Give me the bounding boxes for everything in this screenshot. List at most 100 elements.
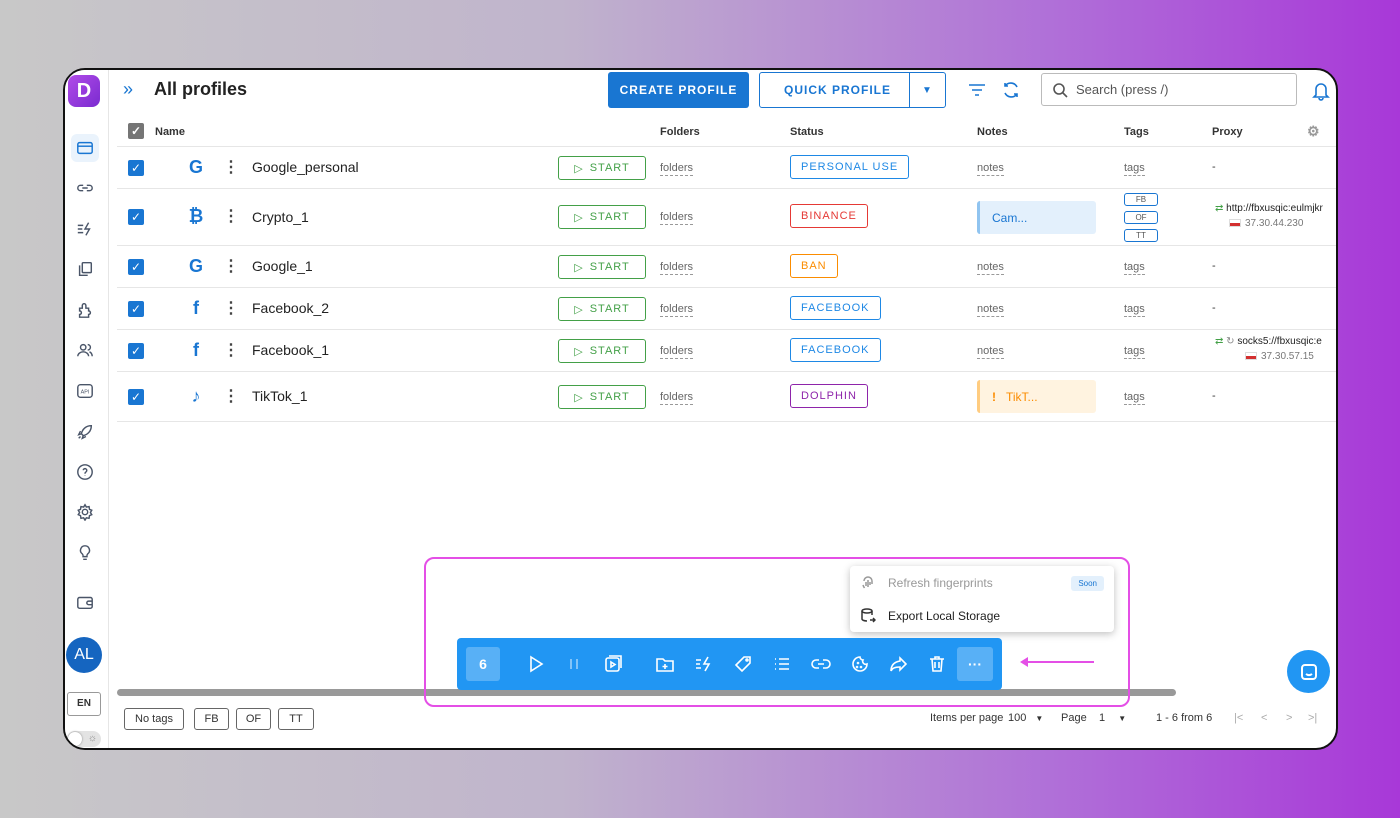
row-checkbox[interactable]: ✓: [128, 209, 144, 225]
link-icon[interactable]: [71, 174, 99, 202]
filter-chip-no-tags[interactable]: No tags: [124, 708, 184, 730]
quick-profile-button[interactable]: QUICK PROFILE ▼: [759, 72, 946, 108]
users-icon[interactable]: [71, 336, 99, 364]
start-button[interactable]: ▷ START: [558, 205, 646, 229]
profile-name[interactable]: TikTok_1: [252, 388, 308, 404]
last-page-icon[interactable]: >|: [1308, 712, 1317, 724]
status-badge[interactable]: BAN: [790, 254, 838, 278]
tags-link[interactable]: tags: [1124, 261, 1145, 275]
tags-link[interactable]: tags: [1124, 391, 1145, 405]
row-menu-icon[interactable]: ⋮: [223, 206, 239, 226]
table-row[interactable]: ✓ f ⋮ Facebook_2 ▷ START folders FACEBOOK…: [117, 288, 1336, 330]
row-checkbox[interactable]: ✓: [128, 259, 144, 275]
start-button[interactable]: ▷ START: [558, 255, 646, 279]
row-menu-icon[interactable]: ⋮: [223, 386, 239, 406]
settings-icon[interactable]: [71, 498, 99, 526]
status-badge[interactable]: PERSONAL USE: [790, 155, 910, 179]
tags-link[interactable]: tags: [1124, 345, 1145, 359]
table-row[interactable]: ✓ ♪ ⋮ TikTok_1 ▷ START folders DOLPHIN ! …: [117, 372, 1336, 422]
tag-chip[interactable]: OF: [1124, 211, 1158, 224]
proxy-cell[interactable]: ⇄ http://fbxusqic:eulmjkr 37.30.44.230: [1215, 203, 1323, 229]
profile-name[interactable]: Crypto_1: [252, 209, 309, 225]
status-badge[interactable]: FACEBOOK: [790, 296, 881, 320]
search-input[interactable]: [1076, 82, 1276, 97]
quick-profile-main[interactable]: QUICK PROFILE: [760, 73, 910, 107]
filter-chip-tt[interactable]: TT: [278, 708, 314, 730]
row-checkbox[interactable]: ✓: [128, 389, 144, 405]
folders-link[interactable]: folders: [660, 261, 694, 275]
row-checkbox[interactable]: ✓: [128, 301, 144, 317]
rocket-icon[interactable]: [71, 418, 99, 446]
tags-link[interactable]: tags: [1124, 303, 1145, 317]
copy-icon[interactable]: [71, 255, 99, 283]
notes-link[interactable]: notes: [977, 162, 1004, 176]
share-icon[interactable]: [887, 652, 911, 676]
notes-link[interactable]: notes: [977, 261, 1004, 275]
expand-sidebar-icon[interactable]: »: [123, 79, 133, 100]
open-tabs-icon[interactable]: [601, 652, 625, 676]
folders-link[interactable]: folders: [660, 345, 694, 359]
notes-link[interactable]: notes: [977, 303, 1004, 317]
table-row[interactable]: ✓ ₿ ⋮ Crypto_1 ▷ START folders BINANCE Ca…: [117, 189, 1336, 246]
quick-profile-dropdown-icon[interactable]: ▼: [910, 73, 945, 107]
table-row[interactable]: ✓ G ⋮ Google_personal ▷ START folders PER…: [117, 147, 1336, 189]
notes-link[interactable]: notes: [977, 345, 1004, 359]
folders-link[interactable]: folders: [660, 211, 694, 225]
items-per-page-select[interactable]: 100 ▼: [1008, 712, 1043, 724]
first-page-icon[interactable]: |<: [1234, 712, 1243, 724]
start-button[interactable]: ▷ START: [558, 385, 646, 409]
tag-icon[interactable]: [731, 652, 755, 676]
row-menu-icon[interactable]: ⋮: [223, 340, 239, 360]
menu-item-export-local-storage[interactable]: Export Local Storage: [860, 608, 1104, 624]
create-profile-button[interactable]: CREATE PROFILE: [608, 72, 749, 108]
filter-chip-fb[interactable]: FB: [194, 708, 229, 730]
extensions-icon[interactable]: [71, 296, 99, 324]
avatar[interactable]: AL: [66, 637, 102, 673]
filter-icon[interactable]: [966, 79, 988, 101]
column-settings-icon[interactable]: ⚙: [1307, 123, 1320, 140]
status-badge[interactable]: FACEBOOK: [790, 338, 881, 362]
profile-name[interactable]: Facebook_2: [252, 300, 329, 316]
refresh-icon[interactable]: [1000, 79, 1022, 101]
table-row[interactable]: ✓ f ⋮ Facebook_1 ▷ START folders FACEBOOK…: [117, 330, 1336, 372]
profile-name[interactable]: Google_1: [252, 258, 313, 274]
row-menu-icon[interactable]: ⋮: [223, 256, 239, 276]
page-select[interactable]: 1 ▼: [1099, 712, 1126, 724]
folders-link[interactable]: folders: [660, 391, 694, 405]
language-switch[interactable]: EN: [67, 692, 101, 716]
start-button[interactable]: ▷ START: [558, 339, 646, 363]
note-preview[interactable]: Cam...: [977, 201, 1096, 234]
folders-link[interactable]: folders: [660, 303, 694, 317]
row-checkbox[interactable]: ✓: [128, 343, 144, 359]
automation-icon[interactable]: [71, 215, 99, 243]
lightbulb-icon[interactable]: [71, 539, 99, 567]
status-badge[interactable]: DOLPHIN: [790, 384, 868, 408]
pause-icon[interactable]: [562, 652, 586, 676]
theme-toggle[interactable]: ☼: [67, 731, 101, 747]
select-all-checkbox[interactable]: ✓: [128, 123, 144, 139]
tags-link[interactable]: tags: [1124, 162, 1145, 176]
row-menu-icon[interactable]: ⋮: [223, 298, 239, 318]
tag-chip[interactable]: FB: [1124, 193, 1158, 206]
more-actions-icon[interactable]: ···: [957, 647, 993, 681]
automation-icon[interactable]: [692, 652, 716, 676]
filter-chip-of[interactable]: OF: [236, 708, 271, 730]
profiles-icon[interactable]: [71, 134, 99, 162]
prev-page-icon[interactable]: <: [1261, 712, 1267, 724]
support-chat-button[interactable]: [1287, 650, 1330, 693]
folders-link[interactable]: folders: [660, 162, 694, 176]
profile-name[interactable]: Facebook_1: [252, 342, 329, 358]
bell-icon[interactable]: [1310, 79, 1332, 101]
add-to-folder-icon[interactable]: [653, 652, 677, 676]
wallet-icon[interactable]: [71, 588, 99, 616]
row-checkbox[interactable]: ✓: [128, 160, 144, 176]
start-selected-icon[interactable]: [523, 652, 547, 676]
status-badge[interactable]: BINANCE: [790, 204, 868, 228]
list-icon[interactable]: [770, 652, 794, 676]
proxy-cell[interactable]: ⇄ ↻ socks5://fbxusqic:e 37.30.57.15: [1215, 336, 1322, 362]
link-proxy-icon[interactable]: [809, 652, 833, 676]
profile-name[interactable]: Google_personal: [252, 159, 359, 175]
note-preview[interactable]: ! TikT...: [977, 380, 1096, 413]
row-menu-icon[interactable]: ⋮: [223, 157, 239, 177]
start-button[interactable]: ▷ START: [558, 156, 646, 180]
